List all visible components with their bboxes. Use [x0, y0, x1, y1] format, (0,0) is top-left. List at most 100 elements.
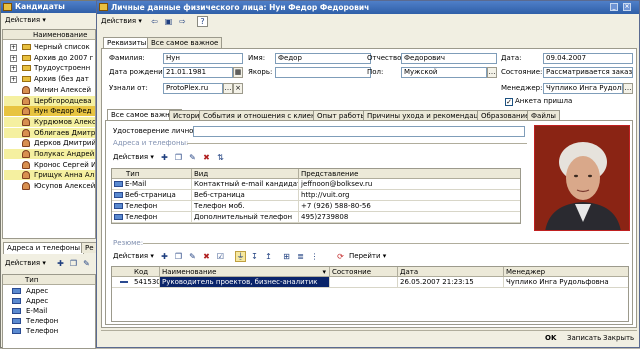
column-header-type[interactable]: Тип — [3, 275, 95, 285]
candidate-list-item[interactable]: Облигаев Дмитр — [4, 127, 95, 138]
addresses-actions-menu[interactable]: Действия ▾ — [113, 153, 154, 161]
candidate-name: Грищук Анна Ал — [34, 171, 95, 180]
resume-header-state[interactable]: Состояние — [330, 267, 398, 277]
sex-select-button[interactable]: … — [487, 67, 497, 78]
filter-icon[interactable]: ⏚ — [235, 251, 246, 262]
sex-field[interactable]: Мужской — [401, 67, 487, 78]
copy-icon[interactable]: ❐ — [173, 251, 184, 262]
patronymic-field[interactable]: Федорович — [401, 53, 497, 64]
candidate-list-item[interactable]: Юсупов Алексей — [4, 181, 95, 192]
resume-header-code[interactable]: Код — [112, 267, 160, 277]
delete-icon[interactable]: ✖ — [201, 152, 212, 163]
tab-most-important[interactable]: Все самое важное — [147, 37, 223, 48]
edit-icon[interactable]: ✎ — [81, 258, 92, 269]
save-button[interactable]: Записать — [567, 334, 601, 342]
actions-menu[interactable]: Действия ▾ — [5, 16, 46, 24]
candidate-list-item[interactable]: + Архив (без дат — [4, 74, 95, 85]
hierarchy-icon[interactable]: ⊞ — [281, 251, 292, 262]
form-received-checkbox[interactable]: ✓ — [505, 98, 513, 106]
address-list-item[interactable]: E-Mail — [4, 306, 95, 316]
person-icon — [22, 139, 30, 148]
expand-icon[interactable]: + — [10, 44, 17, 51]
tree-icon[interactable]: ⋮ — [309, 251, 320, 262]
sort-icon[interactable]: ⇅ — [215, 152, 226, 163]
mark-icon[interactable]: ☑ — [215, 251, 226, 262]
contact-type-icon — [114, 181, 123, 187]
calendar-icon[interactable]: ▦ — [233, 67, 243, 78]
add-icon[interactable]: ✚ — [159, 152, 170, 163]
source-clear-button[interactable]: × — [233, 83, 243, 94]
close-button[interactable]: Закрыть — [603, 334, 634, 342]
candidate-list-item[interactable]: Полукас Андрей — [4, 149, 95, 159]
ok-button[interactable]: OK — [545, 334, 556, 342]
resume-cell-state — [330, 277, 398, 288]
expand-icon[interactable]: + — [10, 54, 17, 62]
address-list-item[interactable]: Адрес — [4, 296, 95, 306]
candidate-list-item[interactable]: Кронос Сергей И — [4, 159, 95, 170]
delete-icon[interactable]: ✖ — [201, 251, 212, 262]
expand-icon[interactable]: + — [10, 65, 17, 73]
resume-actions-menu[interactable]: Действия ▾ — [113, 252, 154, 260]
surname-field[interactable]: Нун — [163, 53, 243, 64]
sort-asc-icon[interactable]: ↧ — [249, 251, 260, 262]
candidate-name: Трудоустроенн — [34, 64, 91, 73]
candidate-list-item[interactable]: + Черный список — [4, 42, 95, 52]
name-field[interactable]: Федор — [275, 53, 371, 64]
edit-icon[interactable]: ✎ — [187, 251, 198, 262]
addr-header-type[interactable]: Тип — [112, 169, 192, 179]
forward-icon[interactable]: ⇨ — [177, 16, 188, 27]
source-select-button[interactable]: … — [223, 83, 233, 94]
goto-menu[interactable]: Перейти ▾ — [349, 252, 386, 260]
bottom-actions-menu[interactable]: Действия ▾ — [5, 259, 46, 267]
addresses-table: Тип Вид Представление E-Mail Контактный e… — [111, 168, 521, 224]
id-document-field[interactable] — [193, 126, 525, 137]
state-field[interactable]: Рассматривается заказч — [543, 67, 633, 78]
main-actions-menu[interactable]: Действия ▾ — [101, 17, 142, 25]
address-list-item[interactable]: Адрес — [4, 286, 95, 296]
add-icon[interactable]: ✚ — [159, 251, 170, 262]
edit-icon[interactable]: ✎ — [187, 152, 198, 163]
help-icon[interactable]: ? — [197, 16, 208, 27]
addr-header-kind[interactable]: Вид — [192, 169, 299, 179]
column-header-name[interactable]: Наименование — [3, 30, 95, 40]
sort-desc-icon[interactable]: ↥ — [263, 251, 274, 262]
manager-field[interactable]: Чуплико Инга Рудольфо — [543, 83, 623, 94]
contact-type-icon — [12, 318, 21, 324]
address-list-item[interactable]: Телефон — [4, 316, 95, 326]
resume-header-manager[interactable]: Менеджер — [504, 267, 628, 277]
back-arrow-icon[interactable]: ⇦ — [149, 16, 160, 27]
address-list-item[interactable]: Телефон — [4, 326, 95, 336]
close-icon[interactable]: × — [623, 3, 631, 11]
list-icon[interactable]: ≣ — [295, 251, 306, 262]
resume-header-name[interactable]: Наименование ▾ — [160, 267, 330, 277]
expand-icon[interactable]: + — [10, 76, 17, 84]
addr-header-value[interactable]: Представление — [299, 169, 520, 179]
addr-cell-kind: Телефон моб. — [192, 201, 299, 212]
candidate-list-item[interactable]: Грищук Анна Ал — [4, 170, 95, 181]
candidate-list-item[interactable]: + Трудоустроенн — [4, 63, 95, 74]
manager-select-button[interactable]: … — [623, 83, 633, 94]
candidate-list-item[interactable]: Минин Алексей — [4, 84, 95, 95]
tab-addresses-phones[interactable]: Адреса и телефоны — [3, 242, 85, 254]
anchor-field[interactable] — [275, 67, 371, 78]
candidate-list-item[interactable]: Нун Федор Фед — [4, 106, 95, 117]
resume-header-date[interactable]: Дата — [398, 267, 504, 277]
refresh-icon[interactable]: ⟳ — [335, 251, 346, 262]
person-icon — [22, 128, 30, 137]
form-received-label: Анкета пришла — [515, 97, 573, 105]
candidate-list-item[interactable]: + Архив до 2007 г — [4, 52, 95, 63]
candidate-list-item[interactable]: Курдюмов Алекс — [4, 116, 95, 127]
minimize-icon[interactable]: _ — [610, 3, 618, 11]
candidate-name: Полукас Андрей — [34, 150, 95, 158]
save-icon[interactable]: ▣ — [163, 16, 174, 27]
source-field[interactable]: ProtoPlex.ru — [163, 83, 223, 94]
birth-date-field[interactable]: 21.01.1981 — [163, 67, 233, 78]
candidate-name: Цербгородцева — [34, 96, 92, 105]
date-field[interactable]: 09.04.2007 — [543, 53, 633, 64]
candidate-list-item[interactable]: Цербгородцева — [4, 95, 95, 106]
add-icon[interactable]: ✚ — [55, 258, 66, 269]
addr-cell-kind: Дополнительный телефон — [192, 212, 299, 223]
copy-icon[interactable]: ❐ — [68, 258, 79, 269]
candidate-list-item[interactable]: Дерков Дмитрий — [4, 138, 95, 149]
copy-icon[interactable]: ❐ — [173, 152, 184, 163]
